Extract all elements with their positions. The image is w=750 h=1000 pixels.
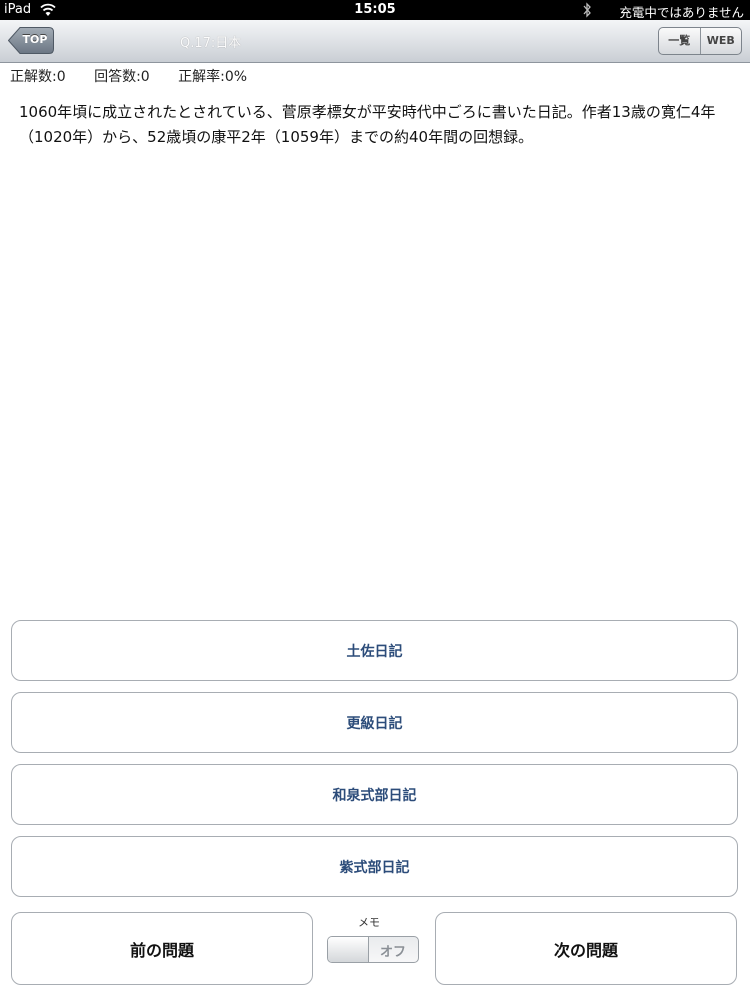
correct-count: 正解数:0 (10, 69, 66, 85)
list-button[interactable]: 一覧 (659, 28, 700, 54)
status-bar: iPad 15:05 充電中ではありません (0, 0, 750, 20)
segmented-control: 一覧 WEB (658, 27, 742, 55)
prev-question-button[interactable]: 前の問題 (11, 912, 313, 985)
web-button[interactable]: WEB (699, 28, 742, 54)
top-back-button[interactable]: TOP (8, 27, 54, 54)
back-button-label: TOP (22, 33, 48, 46)
memo-label: メモ (358, 916, 380, 929)
memo-toggle[interactable]: オフ (327, 936, 419, 963)
memo-state: オフ (379, 945, 406, 960)
bluetooth-icon (583, 2, 591, 18)
answer-button-2[interactable]: 更級日記 (11, 692, 738, 753)
navigation-bar: TOP Q.17:日本 一覧 WEB (0, 20, 750, 63)
nav-title: Q.17:日本 (180, 36, 242, 51)
correct-rate: 正解率:0% (178, 69, 248, 85)
toggle-knob (328, 937, 369, 962)
question-text: 1060年頃に成立されたとされている、菅原孝標女が平安時代中ごろに書いた日記。作… (19, 103, 716, 146)
answer-button-4[interactable]: 紫式部日記 (11, 836, 738, 897)
answered-count: 回答数:0 (94, 69, 150, 85)
score-line: 正解数:0 回答数:0 正解率:0% (10, 66, 271, 86)
answer-button-3[interactable]: 和泉式部日記 (11, 764, 738, 825)
next-question-button[interactable]: 次の問題 (435, 912, 737, 985)
charging-status: 充電中ではありません (619, 5, 744, 20)
answer-button-1[interactable]: 土佐日記 (11, 620, 738, 681)
